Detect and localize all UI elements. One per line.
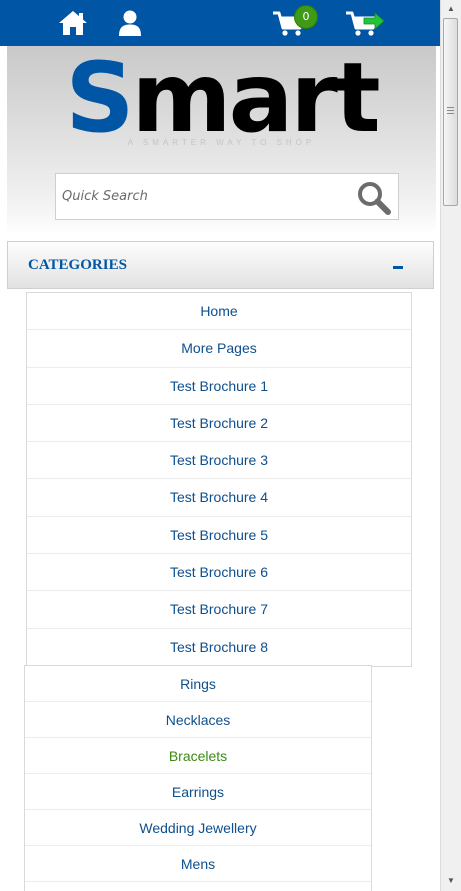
list-item[interactable]: Test Brochure 7 xyxy=(27,591,411,629)
list-item[interactable]: Test Brochure 3 xyxy=(27,442,411,480)
list-item[interactable]: Test Brochure 2 xyxy=(27,405,411,443)
list-item[interactable]: Test Brochure 5 xyxy=(27,517,411,555)
category-necklaces[interactable]: Necklaces xyxy=(25,702,371,738)
scroll-up-arrow-icon[interactable]: ▲ xyxy=(445,3,457,15)
grip-line xyxy=(447,107,454,108)
checkout-cart-icon[interactable] xyxy=(345,9,385,37)
categories-title: CATEGORIES xyxy=(28,257,127,273)
categories-header[interactable]: CATEGORIES xyxy=(7,241,434,289)
scroll-down-arrow-icon[interactable]: ▼ xyxy=(445,875,457,887)
list-item[interactable]: Test Brochure 8 xyxy=(27,629,411,666)
quick-search-box xyxy=(55,173,399,220)
category-earrings[interactable]: Earrings xyxy=(25,774,371,810)
product-categories-list: Rings Necklaces Bracelets Earrings Weddi… xyxy=(24,665,372,891)
list-item[interactable]: Home xyxy=(27,293,411,331)
grip-line xyxy=(447,113,454,114)
search-icon[interactable] xyxy=(356,180,392,216)
vertical-scrollbar[interactable]: ▲ ▼ xyxy=(440,0,461,891)
search-input[interactable] xyxy=(56,174,346,219)
user-icon[interactable] xyxy=(118,9,142,37)
home-icon[interactable] xyxy=(58,9,88,37)
cart-count-badge: 0 xyxy=(294,5,318,29)
category-wedding-jewellery[interactable]: Wedding Jewellery xyxy=(25,810,371,846)
list-item[interactable]: Test Brochure 1 xyxy=(27,368,411,405)
list-item[interactable]: Test Brochure 6 xyxy=(27,554,411,592)
list-item[interactable]: Test Brochure 4 xyxy=(27,479,411,517)
scrollbar-thumb[interactable] xyxy=(443,18,458,206)
logo-tagline: A SMARTER WAY TO SHOP xyxy=(127,138,316,147)
pages-list: Home More Pages Test Brochure 1 Test Bro… xyxy=(26,292,412,667)
list-item[interactable]: More Pages xyxy=(27,330,411,368)
grip-line xyxy=(447,110,454,111)
category-rings[interactable]: Rings xyxy=(25,666,371,702)
collapse-icon[interactable] xyxy=(393,266,403,269)
category-bracelets[interactable]: Bracelets xyxy=(25,738,371,774)
category-mens[interactable]: Mens xyxy=(25,846,371,882)
